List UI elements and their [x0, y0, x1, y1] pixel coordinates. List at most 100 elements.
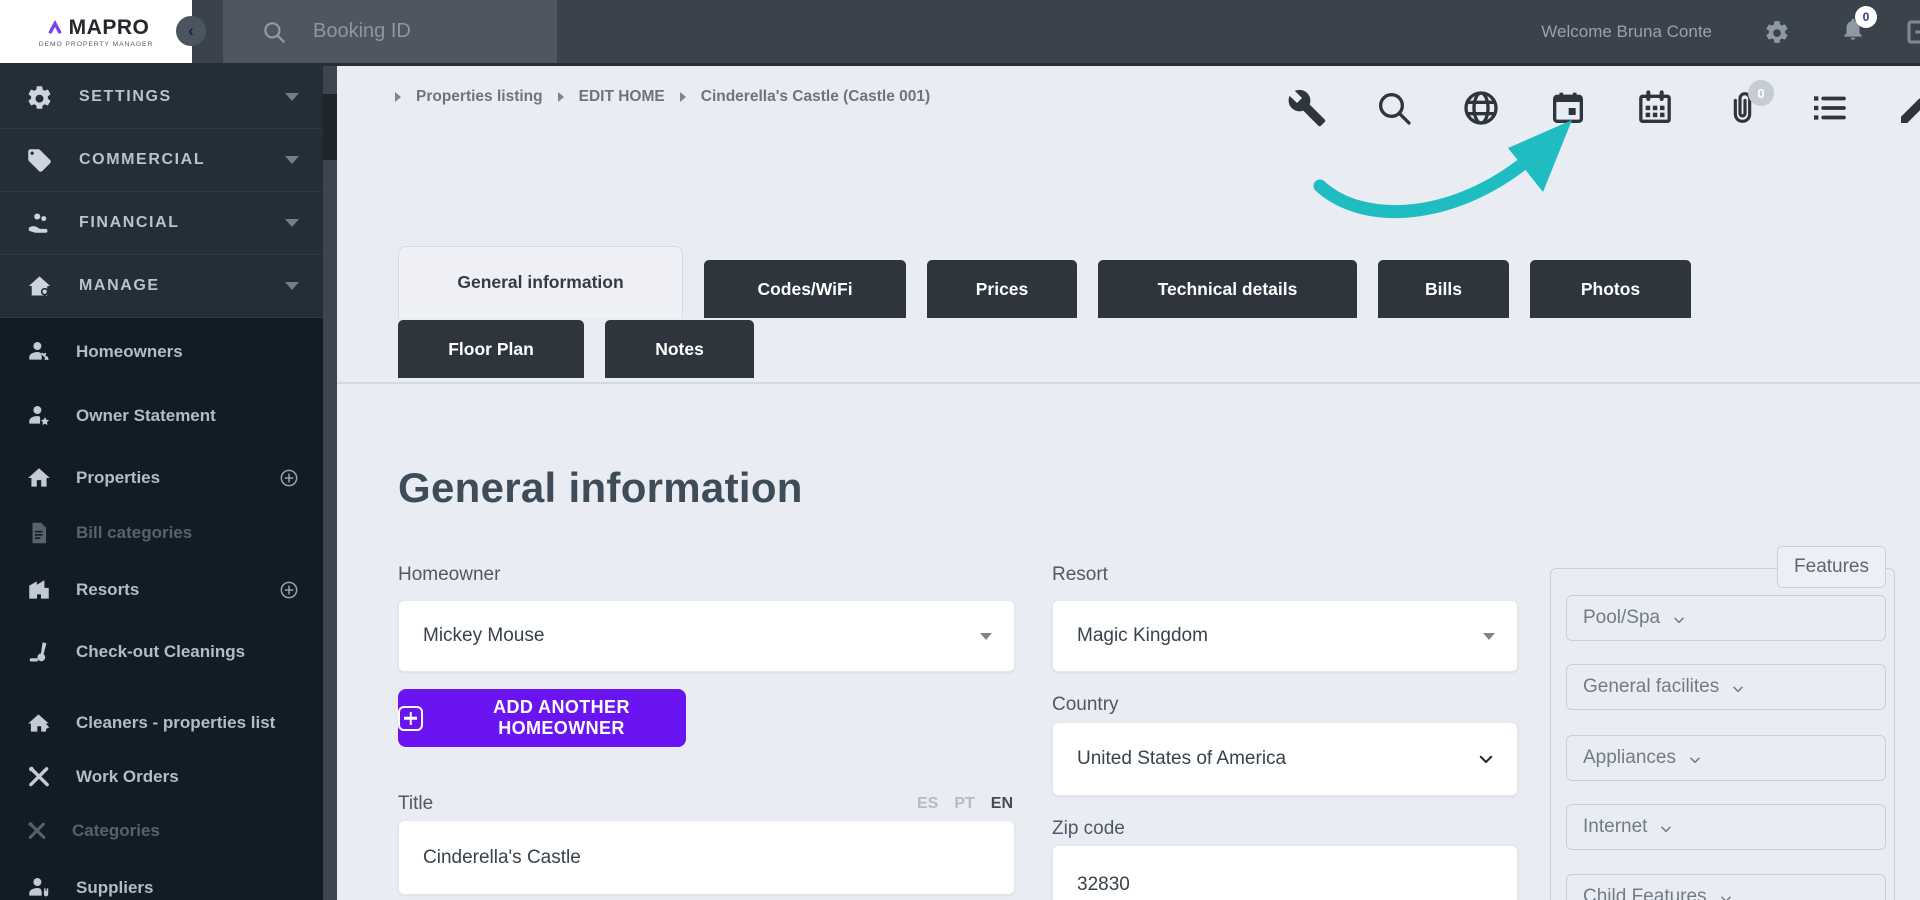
- calendar-grid-icon[interactable]: [1635, 88, 1675, 128]
- tab-bills[interactable]: Bills: [1378, 260, 1509, 318]
- add-circle-icon[interactable]: [279, 580, 299, 600]
- pencil-icon[interactable]: [1896, 88, 1920, 128]
- feature-group-general-facilites[interactable]: General facilites: [1566, 664, 1886, 710]
- sidebar-item-bill-categories[interactable]: Bill categories: [0, 506, 323, 560]
- tab-label: Photos: [1580, 278, 1641, 299]
- hand-coins-icon: [26, 210, 53, 237]
- property-tabs-row2: Floor Plan Notes: [398, 320, 754, 378]
- resort-value: Magic Kingdom: [1077, 625, 1208, 646]
- sidebar-item-owner-statement[interactable]: Owner Statement: [0, 388, 323, 444]
- search-icon: [261, 19, 287, 45]
- homeowner-label: Homeowner: [398, 564, 501, 585]
- breadcrumb-arrow-icon: [679, 92, 686, 102]
- sidebar-item-cleaners-properties-list[interactable]: Cleaners - properties list: [0, 690, 323, 756]
- section-label: SETTINGS: [79, 88, 172, 105]
- chevron-down-icon: [1659, 822, 1673, 836]
- sidebar-item-resorts[interactable]: Resorts: [0, 562, 323, 618]
- chevron-down-icon: [1688, 753, 1702, 767]
- tab-technical-details[interactable]: Technical details: [1098, 260, 1357, 318]
- app-logo[interactable]: MAPRO DEMO PROPERTY MANAGER: [0, 0, 192, 63]
- feature-group-internet[interactable]: Internet: [1566, 804, 1886, 850]
- settings-gear-icon[interactable]: [1764, 19, 1790, 45]
- section-label: COMMERCIAL: [79, 151, 206, 168]
- tabs-divider: [337, 382, 1920, 384]
- tab-notes[interactable]: Notes: [605, 320, 754, 378]
- breadcrumb-arrow-icon: [557, 92, 564, 102]
- title-input[interactable]: [423, 846, 992, 869]
- zip-input[interactable]: [1077, 874, 1495, 896]
- chevron-down-icon: [1672, 613, 1686, 627]
- sidebar-section-financial[interactable]: FINANCIAL: [0, 192, 323, 255]
- attachments-paperclip-icon[interactable]: 0: [1722, 80, 1774, 128]
- feature-label: Pool/Spa: [1583, 607, 1661, 628]
- item-label: Homeowners: [76, 342, 183, 362]
- feature-group-pool-spa[interactable]: Pool/Spa: [1566, 595, 1886, 641]
- item-label: Suppliers: [76, 878, 154, 898]
- breadcrumb-edit-home[interactable]: EDIT HOME: [579, 88, 665, 106]
- tab-label: Floor Plan: [448, 338, 534, 359]
- sidebar-item-categories[interactable]: Categories: [0, 804, 323, 858]
- breadcrumb-current-property: Cinderella's Castle (Castle 001): [700, 88, 931, 105]
- feature-group-appliances[interactable]: Appliances: [1566, 735, 1886, 781]
- homeowner-select[interactable]: Mickey Mouse: [398, 600, 1015, 672]
- notifications-bell[interactable]: 0: [1840, 6, 1877, 47]
- resort-select[interactable]: Magic Kingdom: [1052, 600, 1518, 672]
- feature-label: Internet: [1583, 816, 1648, 837]
- person-star-icon: [26, 403, 52, 429]
- chevron-down-icon: [1477, 750, 1495, 768]
- tab-label: Prices: [975, 278, 1029, 299]
- item-label: Properties: [76, 468, 161, 488]
- booking-search-input[interactable]: [313, 20, 533, 43]
- sidebar-collapse-button[interactable]: ‹: [176, 16, 206, 46]
- globe-icon[interactable]: [1461, 88, 1501, 128]
- country-label: Country: [1052, 694, 1119, 715]
- tab-prices[interactable]: Prices: [927, 260, 1077, 318]
- lang-pt[interactable]: PT: [954, 795, 974, 813]
- lang-es[interactable]: ES: [917, 795, 938, 813]
- tab-codes-wifi[interactable]: Codes/WiFi: [704, 260, 906, 318]
- plus-icon: [398, 705, 423, 731]
- chevron-down-icon: [285, 282, 299, 290]
- add-circle-icon[interactable]: [279, 468, 299, 488]
- title-field: [398, 820, 1015, 895]
- homeowner-value: Mickey Mouse: [423, 625, 545, 646]
- tab-general-information[interactable]: General information: [398, 246, 683, 318]
- feature-group-child-features[interactable]: Child Features: [1566, 874, 1886, 900]
- item-label: Bill categories: [76, 523, 193, 543]
- tab-photos[interactable]: Photos: [1530, 260, 1691, 318]
- feature-label: Appliances: [1583, 747, 1676, 768]
- topbar-right: Welcome Bruna Conte 0: [1541, 0, 1920, 63]
- sidebar-item-properties[interactable]: Properties: [0, 450, 323, 506]
- list-icon[interactable]: [1809, 88, 1849, 128]
- sidebar-item-suppliers[interactable]: Suppliers: [0, 860, 323, 900]
- item-label: Work Orders: [76, 767, 179, 787]
- tools-wrench-icon[interactable]: [1287, 88, 1327, 128]
- sidebar-section-settings[interactable]: SETTINGS: [0, 66, 323, 129]
- sidebar-section-commercial[interactable]: COMMERCIAL: [0, 129, 323, 192]
- country-select[interactable]: United States of America: [1052, 722, 1518, 796]
- chevron-down-icon: [1719, 892, 1733, 900]
- tab-label: General information: [457, 272, 624, 292]
- lang-en[interactable]: EN: [991, 795, 1013, 813]
- logo-caret-icon: [43, 19, 67, 37]
- tab-floor-plan[interactable]: Floor Plan: [398, 320, 584, 378]
- sidebar-item-work-orders[interactable]: Work Orders: [0, 750, 323, 804]
- logout-icon[interactable]: [1904, 17, 1920, 47]
- resort-building-icon: [26, 577, 52, 603]
- person-plug-icon: [26, 875, 52, 900]
- tab-label: Bills: [1425, 278, 1462, 299]
- add-homeowner-label: ADD ANOTHER HOMEOWNER: [493, 697, 630, 738]
- sidebar-section-manage[interactable]: MANAGE: [0, 255, 323, 318]
- sidebar-scrollbar[interactable]: [323, 66, 337, 900]
- zip-field: [1052, 845, 1518, 900]
- sidebar-item-homeowners[interactable]: Homeowners: [0, 324, 323, 380]
- booking-search: [223, 0, 557, 63]
- country-value: United States of America: [1077, 748, 1287, 769]
- sidebar-item-checkout-cleanings[interactable]: Check-out Cleanings: [0, 624, 323, 680]
- search-icon[interactable]: [1374, 88, 1414, 128]
- breadcrumb-properties-listing[interactable]: Properties listing: [416, 88, 543, 106]
- add-homeowner-button[interactable]: ADD ANOTHER HOMEOWNER: [398, 689, 686, 747]
- property-toolbar: 0: [1287, 80, 1920, 128]
- sidebar-scrollbar-thumb[interactable]: [323, 94, 337, 160]
- booking-calendar-icon[interactable]: [1548, 88, 1588, 128]
